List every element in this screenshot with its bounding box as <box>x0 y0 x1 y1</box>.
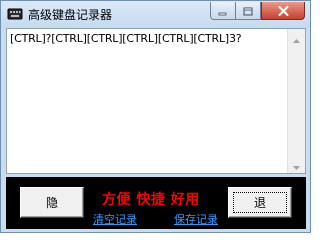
scroll-down-button[interactable] <box>288 156 305 173</box>
window-title: 高级键盘记录器 <box>28 8 113 22</box>
vertical-scrollbar[interactable] <box>287 29 305 173</box>
minimize-button[interactable] <box>210 2 236 20</box>
scroll-up-arrow-icon <box>293 28 300 47</box>
hide-button[interactable]: 隐 <box>20 187 84 218</box>
save-log-link[interactable]: 保存记录 <box>174 211 218 227</box>
slogan-text: 方便 快捷 好用 <box>102 192 200 208</box>
maximize-icon <box>243 1 253 20</box>
control-panel: 隐 方便 快捷 好用 清空记录 保存记录 退 <box>6 177 306 229</box>
key-log-textarea[interactable]: [CTRL]?[CTRL][CTRL][CTRL][CTRL][CTRL]3? <box>6 28 306 174</box>
exit-button[interactable]: 退 <box>227 186 293 219</box>
title-bar[interactable]: 高级键盘记录器 <box>1 1 310 28</box>
focus-rectangle <box>233 192 287 213</box>
scroll-up-button[interactable] <box>288 29 305 46</box>
hide-button-label: 隐 <box>45 196 58 210</box>
minimize-icon <box>218 1 228 20</box>
scroll-down-arrow-icon <box>293 155 300 174</box>
close-button[interactable] <box>261 2 305 20</box>
clear-log-link[interactable]: 清空记录 <box>93 211 137 227</box>
key-log-text: [CTRL]?[CTRL][CTRL][CTRL][CTRL][CTRL]3? <box>10 32 242 45</box>
keyboard-app-icon <box>7 6 23 22</box>
maximize-button[interactable] <box>236 2 261 20</box>
close-icon <box>278 1 289 20</box>
app-window: 高级键盘记录器 [CTRL]?[CTRL][CTRL][CTRL][CTRL][… <box>0 0 311 233</box>
